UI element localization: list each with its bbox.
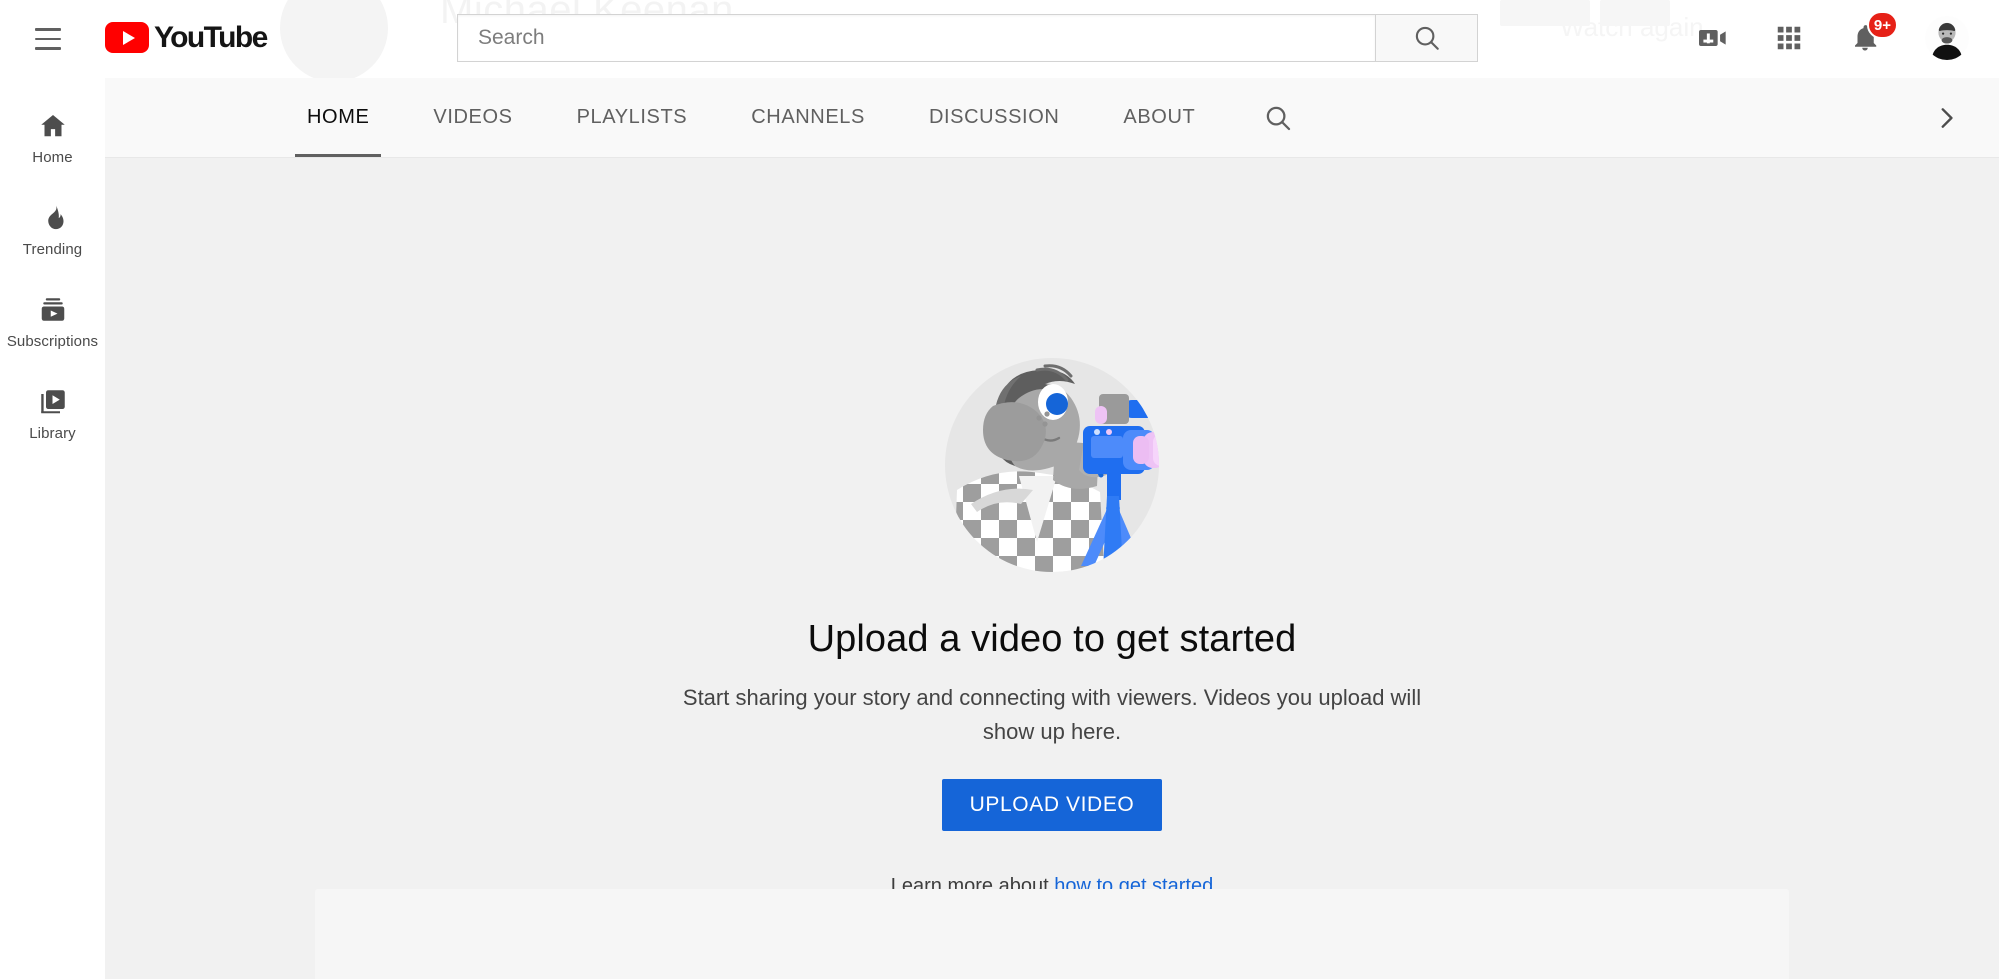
tab-playlists[interactable]: PLAYLISTS: [545, 78, 720, 157]
sidebar-item-home[interactable]: Home: [0, 92, 105, 184]
masthead: YouTube: [0, 0, 1999, 78]
left-sidebar: Home Trending Subscriptions Library: [0, 78, 105, 979]
youtube-logo-text: YouTube: [154, 23, 267, 53]
tabs-overflow-next-button[interactable]: [1933, 78, 1959, 157]
chevron-right-icon: [1933, 105, 1959, 131]
upload-video-button[interactable]: UPLOAD VIDEO: [942, 779, 1163, 831]
youtube-play-logo-icon: [105, 22, 149, 53]
search-bar: [457, 14, 1478, 62]
sidebar-label-subscriptions: Subscriptions: [7, 333, 98, 350]
youtube-logo[interactable]: YouTube: [105, 22, 267, 53]
subscriptions-icon: [38, 295, 68, 325]
sidebar-item-subscriptions[interactable]: Subscriptions: [0, 276, 105, 368]
account-avatar[interactable]: [1925, 16, 1969, 60]
notifications-bell-icon[interactable]: 9+: [1849, 22, 1881, 54]
sidebar-label-trending: Trending: [23, 241, 82, 258]
tab-about[interactable]: ABOUT: [1091, 78, 1227, 157]
tab-channels[interactable]: CHANNELS: [719, 78, 897, 157]
channel-search-button[interactable]: [1227, 78, 1329, 157]
tab-videos[interactable]: VIDEOS: [401, 78, 544, 157]
channel-content-area: Upload a video to get started Start shar…: [105, 158, 1999, 979]
empty-state-title: Upload a video to get started: [808, 618, 1297, 661]
empty-state-description: Start sharing your story and connecting …: [667, 681, 1437, 749]
library-icon: [38, 387, 68, 417]
create-video-icon[interactable]: [1697, 22, 1729, 54]
tab-discussion[interactable]: DISCUSSION: [897, 78, 1091, 157]
channel-tab-bar: HOME VIDEOS PLAYLISTS CHANNELS DISCUSSIO…: [105, 78, 1999, 158]
trending-flame-icon: [38, 203, 68, 233]
sidebar-label-library: Library: [29, 425, 76, 442]
search-submit-button[interactable]: [1375, 14, 1478, 62]
sidebar-label-home: Home: [32, 149, 72, 166]
hamburger-menu-icon[interactable]: [24, 15, 72, 63]
apps-grid-icon[interactable]: [1773, 22, 1805, 54]
notification-count-badge: 9+: [1867, 11, 1898, 39]
sidebar-item-library[interactable]: Library: [0, 368, 105, 460]
home-icon: [38, 111, 68, 141]
search-input[interactable]: [457, 14, 1375, 62]
search-icon: [1263, 103, 1293, 133]
empty-state: Upload a video to get started Start shar…: [105, 340, 1999, 898]
below-fold-card: [315, 889, 1789, 979]
sidebar-item-trending[interactable]: Trending: [0, 184, 105, 276]
masthead-actions: 9+: [1697, 12, 1969, 64]
person-filming-with-camera-illustration: [927, 340, 1177, 590]
search-icon: [1412, 23, 1442, 53]
channel-tabs: HOME VIDEOS PLAYLISTS CHANNELS DISCUSSIO…: [275, 78, 1329, 157]
tab-home[interactable]: HOME: [275, 78, 401, 157]
